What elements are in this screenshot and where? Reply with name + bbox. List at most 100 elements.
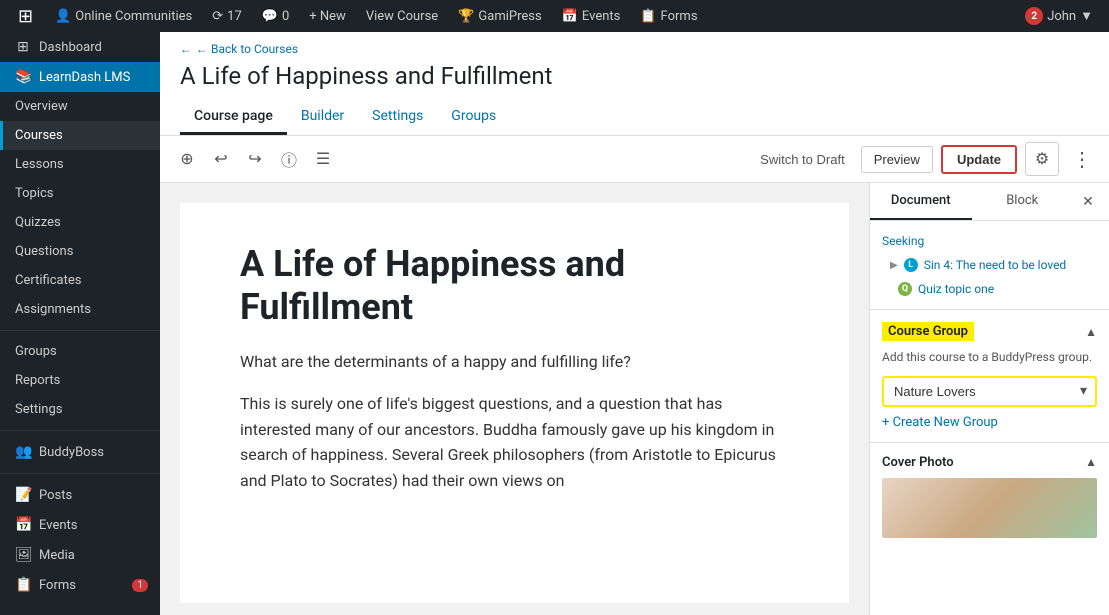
sidebar-item-label: Overview	[15, 99, 68, 114]
back-arrow-icon: ←	[180, 42, 192, 56]
adminbar-user[interactable]: 2 John ▼	[1017, 0, 1101, 32]
adminbar-view-course[interactable]: View Course	[358, 0, 446, 32]
sidebar-item-events[interactable]: 📅 Events	[0, 510, 160, 540]
gamification-icon: 🏆	[458, 9, 474, 24]
events-icon: 📅	[562, 9, 578, 24]
course-tabs: Course page Builder Settings Groups	[180, 100, 1089, 135]
tab-settings[interactable]: Settings	[358, 100, 437, 135]
sidebar-item-topics[interactable]: Topics	[0, 179, 160, 208]
adminbar-site[interactable]: 👤 Online Communities	[47, 0, 200, 32]
media-icon: 🖼	[15, 547, 31, 563]
toolbar-right: Switch to Draft Preview Update ⚙ ⋮	[752, 142, 1097, 176]
undo-button[interactable]: ↩	[206, 144, 236, 174]
ellipsis-icon: ⋮	[1072, 147, 1092, 172]
posts-icon: 📝	[15, 487, 31, 503]
content-para-1: What are the determinants of a happy and…	[240, 349, 789, 375]
adminbar-events[interactable]: 📅 Events	[554, 0, 629, 32]
group-select-wrapper: Nature Lovers Study Group Online Learnin…	[882, 376, 1097, 407]
wp-logo-icon[interactable]: ⊞	[8, 6, 43, 27]
list-view-button[interactable]: ☰	[308, 144, 338, 174]
buddyboss-icon: 👥	[15, 444, 31, 460]
sidebar-item-assignments[interactable]: Assignments	[0, 295, 160, 324]
add-block-button[interactable]: ⊕	[172, 144, 202, 174]
sidebar-item-learndash[interactable]: 📚 LearnDash LMS	[0, 62, 160, 92]
sidebar-item-label: Settings	[15, 402, 62, 417]
tree-item-quiz[interactable]: Q Quiz topic one	[870, 277, 1109, 301]
panel-close-button[interactable]: ✕	[1073, 187, 1103, 217]
sidebar-item-label: Groups	[15, 344, 57, 359]
site-name: Online Communities	[75, 9, 192, 24]
sidebar-item-lessons[interactable]: Lessons	[0, 150, 160, 179]
comments-icon: 💬	[262, 9, 278, 24]
cover-photo-section: Cover Photo ▲	[870, 442, 1109, 550]
back-to-courses-link[interactable]: ← ← Back to Courses	[180, 42, 1089, 56]
cover-section-header[interactable]: Cover Photo ▲	[882, 455, 1097, 470]
sidebar-item-posts[interactable]: 📝 Posts	[0, 480, 160, 510]
panel-tab-block[interactable]: Block	[972, 183, 1074, 220]
forms-sidebar-icon: 📋	[15, 577, 31, 593]
update-button[interactable]: Update	[941, 145, 1017, 174]
sidebar-item-label: BuddyBoss	[39, 445, 104, 460]
more-options-button[interactable]: ⋮	[1067, 144, 1097, 174]
sidebar-item-questions[interactable]: Questions	[0, 237, 160, 266]
editor-toolbar: ⊕ ↩ ↪ ⓘ ☰ Switch to Draft Preview Update…	[160, 136, 1109, 183]
tree-item-sin4[interactable]: ▶ L Sin 4: The need to be loved	[870, 253, 1109, 277]
course-group-title: Course Group	[882, 322, 974, 341]
adminbar-gamification[interactable]: 🏆 GamiPress	[450, 0, 549, 32]
right-panel: Document Block ✕ Seeking ▶ L Sin 4: The …	[869, 183, 1109, 615]
redo-button[interactable]: ↪	[240, 144, 270, 174]
sidebar-item-media[interactable]: 🖼 Media	[0, 540, 160, 570]
editor-body: A Life of Happiness and Fulfillment What…	[160, 183, 1109, 615]
sidebar-item-courses[interactable]: Courses	[0, 121, 160, 150]
settings-gear-button[interactable]: ⚙	[1025, 142, 1059, 176]
events-sidebar-icon: 📅	[15, 517, 31, 533]
preview-button[interactable]: Preview	[861, 146, 933, 173]
adminbar-updates[interactable]: ⟳ 17	[204, 0, 250, 32]
course-group-desc: Add this course to a BuddyPress group.	[882, 349, 1097, 366]
sidebar-item-label: Posts	[39, 488, 72, 503]
tab-course-page[interactable]: Course page	[180, 100, 287, 135]
sidebar-item-certificates[interactable]: Certificates	[0, 266, 160, 295]
gear-icon: ⚙	[1035, 149, 1049, 169]
sidebar-item-reports[interactable]: Reports	[0, 366, 160, 395]
forms-icon: 📋	[640, 9, 656, 24]
cover-chevron-icon: ▲	[1085, 455, 1097, 469]
chevron-right-icon: ▶	[890, 260, 898, 271]
course-group-chevron-icon: ▲	[1085, 325, 1097, 339]
page-header: ← ← Back to Courses A Life of Happiness …	[160, 32, 1109, 136]
sidebar-item-buddyboss[interactable]: 👥 BuddyBoss	[0, 437, 160, 467]
editor-content[interactable]: A Life of Happiness and Fulfillment What…	[160, 183, 869, 615]
sidebar-item-quizzes[interactable]: Quizzes	[0, 208, 160, 237]
panel-tab-document[interactable]: Document	[870, 183, 972, 220]
updates-icon: ⟳	[212, 9, 223, 24]
sidebar-item-dashboard[interactable]: ⊞ Dashboard	[0, 32, 160, 62]
tab-groups[interactable]: Groups	[437, 100, 510, 135]
sidebar-item-settings[interactable]: Settings	[0, 395, 160, 424]
quiz-dot-icon: Q	[898, 282, 912, 296]
dashboard-icon: ⊞	[15, 39, 31, 55]
adminbar-comments[interactable]: 💬 0	[254, 0, 298, 32]
sidebar-item-label: Certificates	[15, 273, 81, 288]
tab-builder[interactable]: Builder	[287, 100, 358, 135]
view-course-label: View Course	[366, 9, 438, 24]
sidebar-item-overview[interactable]: Overview	[0, 92, 160, 121]
course-group-section: Course Group ▲ Add this course to a Budd…	[870, 309, 1109, 442]
info-button[interactable]: ⓘ	[274, 144, 304, 174]
course-group-header[interactable]: Course Group ▲	[882, 322, 1097, 341]
sidebar-item-label: Lessons	[15, 157, 64, 172]
group-select[interactable]: Nature Lovers Study Group Online Learnin…	[884, 378, 1095, 405]
sidebar: ⊞ Dashboard 📚 LearnDash LMS Overview Cou…	[0, 32, 160, 615]
switch-to-draft-button[interactable]: Switch to Draft	[752, 148, 853, 171]
create-new-group-link[interactable]: + Create New Group	[882, 415, 1097, 430]
user-name: John	[1047, 9, 1076, 24]
seeking-label: Seeking	[882, 234, 924, 248]
sidebar-item-forms[interactable]: 📋 Forms 1	[0, 570, 160, 600]
sidebar-item-label: Questions	[15, 244, 73, 259]
page-title: A Life of Happiness and Fulfillment	[180, 62, 1089, 90]
sidebar-item-label: Topics	[15, 186, 54, 201]
sidebar-item-groups[interactable]: Groups	[0, 337, 160, 366]
adminbar-new[interactable]: + New	[301, 0, 354, 32]
tree-item-seeking[interactable]: Seeking	[870, 229, 1109, 253]
adminbar-forms[interactable]: 📋 Forms	[632, 0, 705, 32]
sidebar-item-label: Events	[39, 518, 77, 533]
